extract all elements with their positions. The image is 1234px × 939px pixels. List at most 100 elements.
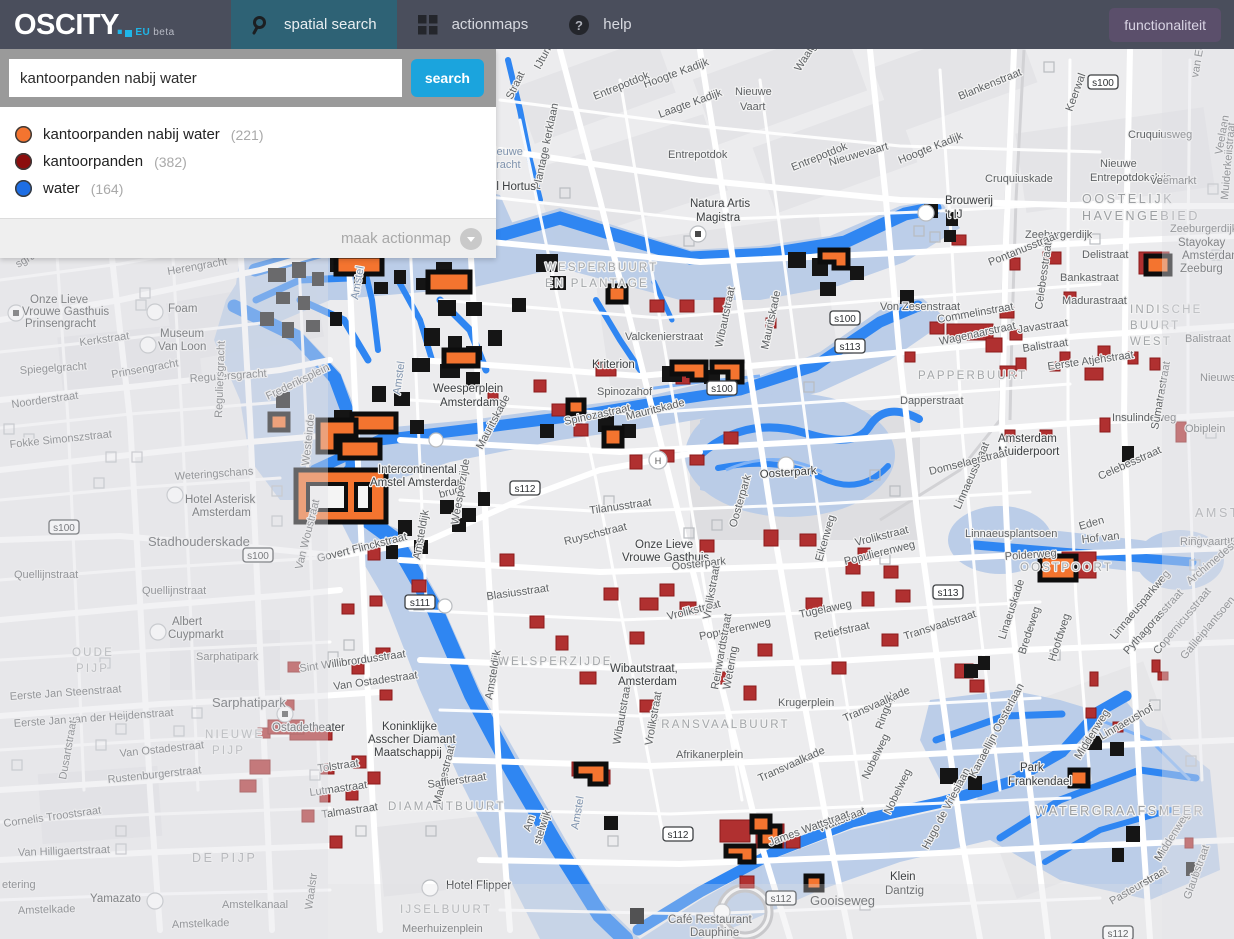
map-label: Yamazato	[90, 893, 141, 905]
map-label: BUURT	[1130, 320, 1180, 332]
svg-text:s111: s111	[410, 598, 431, 609]
map-label: Kriterion	[592, 359, 635, 371]
map-label: 't IJ	[945, 209, 963, 221]
map-label: Prinsengracht	[25, 318, 97, 330]
map-label: Amstelkade	[18, 903, 76, 917]
map-label: Insulindeweg	[1112, 412, 1176, 424]
svg-text:s113: s113	[938, 588, 959, 599]
top-navigation-bar: OSCITY. EU beta spatial search actionmap…	[0, 0, 1234, 49]
map-label: Linnaeusplantsoen	[965, 528, 1057, 540]
map-label: Spinozahof	[597, 386, 653, 398]
road-shield: s100	[829, 310, 861, 326]
map-label: Amsterdam	[440, 397, 499, 409]
road-shield: s113	[932, 584, 964, 600]
map-label: PAPPERBUURT	[918, 370, 1027, 382]
map-label: Nieuwstraat	[1200, 372, 1234, 384]
map-label: DE PIJP	[192, 851, 257, 865]
map-label: Asscher Diamant	[368, 734, 456, 746]
nav-item-actionmaps[interactable]: actionmaps	[397, 0, 549, 49]
svg-text:?: ?	[575, 18, 583, 33]
road-shield: s100	[242, 547, 274, 563]
map-label: Cuypmarkt	[168, 629, 224, 641]
nav-item-help[interactable]: ? help	[548, 0, 651, 49]
map-label: OOSTPOORT	[1020, 562, 1113, 574]
result-row-kantoorpanden[interactable]: kantoorpanden (382)	[0, 148, 496, 175]
road-shield: s112	[765, 890, 797, 906]
map-label: Van Loon	[158, 341, 206, 353]
road-shield: s112	[1102, 925, 1134, 939]
map-label: Albert	[172, 616, 203, 628]
result-count: (164)	[90, 180, 124, 197]
result-count: (221)	[230, 126, 264, 143]
eu-square-icon	[125, 30, 133, 37]
map-label: Nieuwe	[1100, 158, 1137, 170]
map-label: IJSELBUURT	[400, 904, 492, 916]
map-label: Amsterdam	[1182, 250, 1234, 262]
svg-text:s112: s112	[515, 484, 536, 495]
map-label: EN PLANTAGE	[545, 278, 649, 290]
brand-logo[interactable]: OSCITY. EU beta	[0, 0, 231, 49]
legend-swatch-darkred	[15, 153, 32, 170]
map-label: Onze Lieve	[30, 294, 88, 306]
nav-label-spatial-search: spatial search	[284, 16, 377, 33]
map-label: DIAMANTBUURT	[388, 801, 506, 813]
svg-text:s112: s112	[1108, 929, 1129, 939]
map-label: Balistraat	[1185, 333, 1231, 345]
map-label: Foam	[168, 303, 197, 315]
functionaliteit-button[interactable]: functionaliteit	[1109, 7, 1221, 42]
search-panel: search kantoorpanden nabij water (221) k…	[0, 49, 496, 258]
map-label: Delistraat	[1082, 249, 1128, 261]
map-label: Koninklijke	[382, 721, 437, 733]
result-label: kantoorpanden nabij water	[43, 126, 220, 143]
map-label: Weesperplein	[433, 383, 503, 395]
map-label: Café Restaurant	[668, 914, 753, 926]
chevron-down-icon[interactable]	[460, 227, 482, 250]
map-label: WATERGRAAFSMEER	[1035, 804, 1205, 818]
map-label: Museum	[160, 328, 204, 340]
svg-text:s112: s112	[668, 830, 689, 841]
legend-swatch-blue	[15, 180, 32, 197]
map-label: OUDE	[72, 647, 114, 659]
map-label: WELSPERZIJDE	[498, 656, 613, 668]
map-label: WEST	[1130, 336, 1172, 348]
nav-label-help: help	[603, 16, 632, 33]
search-input[interactable]	[9, 59, 402, 97]
search-bar: search	[0, 49, 496, 107]
map-label: Afrikanerplein	[676, 749, 743, 761]
map-label: Maatschappij	[374, 747, 442, 759]
map-label: Hotel Asterisk	[185, 494, 256, 506]
svg-text:s100: s100	[1092, 78, 1114, 89]
map-label: INDISCHE	[1130, 304, 1203, 316]
map-label: Cruquiusweg	[1128, 129, 1192, 141]
result-row-water[interactable]: water (164)	[0, 175, 496, 202]
map-label: Stadhouderskade	[148, 534, 250, 549]
map-label: Frankendael	[1008, 776, 1072, 788]
search-button[interactable]: search	[410, 59, 484, 97]
svg-text:s100: s100	[711, 384, 733, 395]
result-label: water	[43, 180, 80, 197]
map-label: Dauphine	[690, 927, 739, 939]
result-row-kantoorpanden-nabij-water[interactable]: kantoorpanden nabij water (221)	[0, 121, 496, 148]
map-label: Vrouwe Gasthuis	[22, 306, 109, 318]
map-label: Obiplein	[1185, 423, 1225, 435]
result-label: kantoorpanden	[43, 153, 144, 170]
map-label: HAVENGEBIED	[1082, 209, 1200, 223]
map-label: Bankastraat	[1060, 272, 1119, 284]
map-label: Krugerplein	[778, 697, 834, 709]
map-label: WESPERBUURT	[545, 262, 658, 274]
map-label: Magistra	[696, 212, 741, 224]
map-label: Ostadetheater	[272, 722, 345, 734]
nav-label-actionmaps: actionmaps	[451, 16, 529, 33]
nav-item-spatial-search[interactable]: spatial search	[231, 0, 397, 49]
map-label: Veemarkt	[1150, 175, 1196, 187]
road-shield: s100	[1087, 74, 1119, 90]
map-label: NIEUWE	[205, 729, 264, 741]
map-label: Zeeburg	[1180, 263, 1223, 275]
legend-swatch-orange	[15, 126, 32, 143]
result-count: (382)	[154, 153, 187, 170]
map-label: PIJP	[76, 663, 109, 675]
grid-icon	[417, 14, 439, 36]
search-icon	[251, 15, 271, 35]
maak-actionmap-bar[interactable]: maak actionmap	[0, 218, 496, 258]
map-label: Ringvaart	[1180, 536, 1227, 548]
